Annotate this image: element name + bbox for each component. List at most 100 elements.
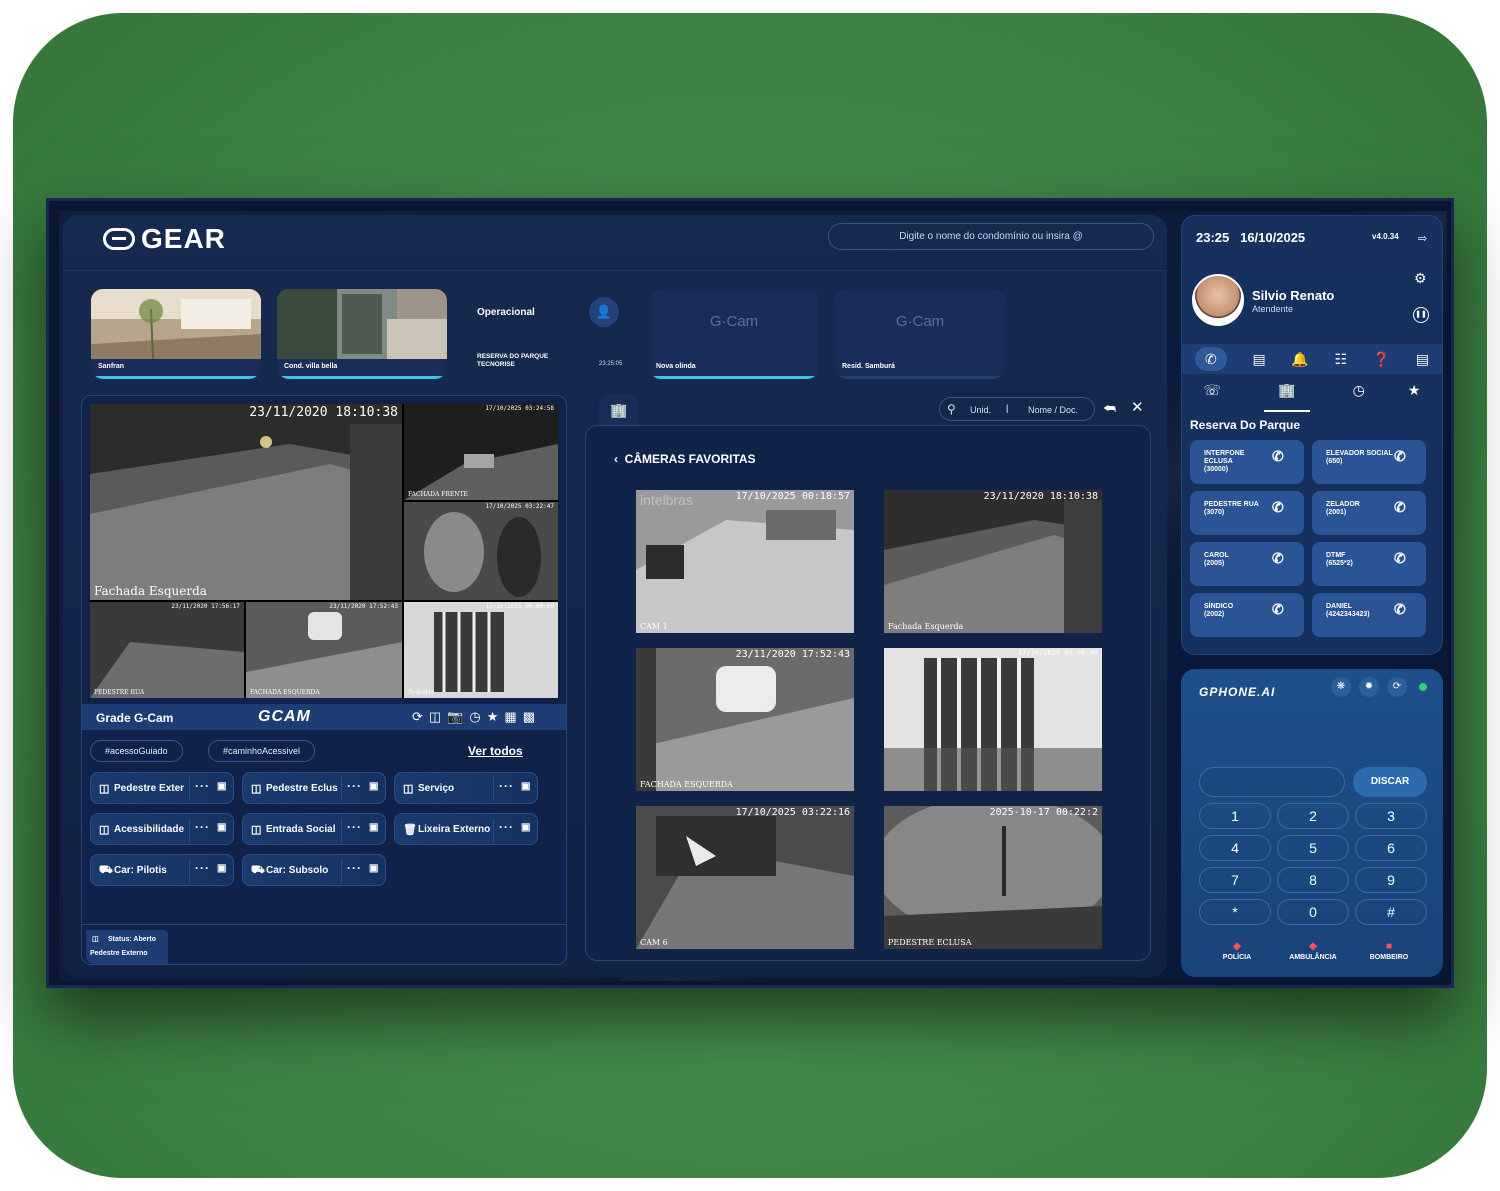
condo-search-input[interactable]: Digite o nome do condomínio ou insira @ <box>828 223 1154 250</box>
keypad-key[interactable]: 4 <box>1199 835 1271 861</box>
help-icon[interactable]: ❓ <box>1373 351 1390 368</box>
contact-card[interactable]: PEDESTRE RUA (3070) ✆ <box>1190 491 1304 535</box>
door-button[interactable]: 🗑 Lixeira Externo ··· ▣ <box>394 813 538 845</box>
phone-icon[interactable]: ✆ <box>1272 500 1284 514</box>
pause-icon[interactable]: ❚❚ <box>1413 307 1429 323</box>
phone-icon[interactable]: ✆ <box>1394 449 1406 463</box>
phone-call-icon[interactable]: ☏ <box>1204 382 1222 412</box>
door-button[interactable]: ◫ Pedestre Exter ··· ▣ <box>90 772 234 804</box>
door-button[interactable]: ◫ Entrada Social ··· ▣ <box>242 813 386 845</box>
camera-snapshot-icon[interactable]: 📷 <box>447 709 463 725</box>
site-card[interactable]: G·Cam Nova olinda <box>649 289 819 379</box>
calendar-icon[interactable]: ▤ <box>1416 351 1429 368</box>
star-icon[interactable]: ★ <box>487 709 499 725</box>
contact-card[interactable]: INTERFONE ECLUSA (30000) ✆ <box>1190 440 1304 484</box>
reply-icon[interactable]: ⮪ <box>1103 400 1116 417</box>
site-card[interactable]: Sanfran <box>91 289 261 379</box>
keypad-key[interactable]: 0 <box>1277 899 1349 925</box>
grid-layout-icon[interactable]: ▩ <box>523 709 535 725</box>
favorite-camera[interactable]: 23/11/2020 17:52:43 FACHADA ESQUERDA <box>636 648 854 791</box>
favorite-camera[interactable]: 17/10/2025 03:22:16 CAM 6 <box>636 806 854 949</box>
site-card[interactable]: Cond. villa bella <box>277 289 447 379</box>
chevron-left-icon[interactable]: ‹ <box>614 452 618 466</box>
favorite-camera[interactable]: 17/10/2025 00:18:57 intelbras CAM 1 <box>636 490 854 633</box>
police-button[interactable]: ◆ POLÍCIA <box>1207 941 1267 961</box>
keypad-key[interactable]: # <box>1355 899 1427 925</box>
more-icon[interactable]: ··· <box>499 779 514 793</box>
door-button[interactable]: ◫ Acessibilidade ··· ▣ <box>90 813 234 845</box>
tag-chip[interactable]: #acessoGuiado <box>90 740 183 762</box>
door-button[interactable]: ◫ Pedestre Eclus ··· ▣ <box>242 772 386 804</box>
keypad-key[interactable]: 7 <box>1199 867 1271 893</box>
ambulance-button[interactable]: ◆ AMBULÂNCIA <box>1283 941 1343 961</box>
refresh-icon[interactable]: ⟳ <box>1387 677 1407 697</box>
more-icon[interactable]: ··· <box>195 861 210 875</box>
contact-card[interactable]: DTMF (6525*2) ✆ <box>1312 542 1426 586</box>
door-button[interactable]: ⛟ Car: Pilotis ··· ▣ <box>90 854 234 886</box>
more-icon[interactable]: ··· <box>347 820 362 834</box>
door-button[interactable]: ⛟ Car: Subsolo ··· ▣ <box>242 854 386 886</box>
video-camera-icon[interactable]: ▣ <box>369 822 378 833</box>
video-camera-icon[interactable]: ▣ <box>521 822 530 833</box>
building-icon[interactable]: 🏢 <box>1264 382 1310 412</box>
alert-icon[interactable]: ✹ <box>1359 677 1379 697</box>
grid-off-icon[interactable]: ▦ <box>504 709 516 725</box>
phone-icon[interactable]: ✆ <box>1194 347 1227 371</box>
phone-icon[interactable]: ✆ <box>1394 602 1406 616</box>
notes-icon[interactable]: ▤ <box>1253 351 1266 368</box>
phone-icon[interactable]: ✆ <box>1272 551 1284 565</box>
logout-icon[interactable]: ⇨ <box>1418 232 1427 245</box>
camera-feed[interactable]: 23/11/2020 17:52:43 FACHADA ESQUERDA <box>246 602 402 698</box>
bell-icon[interactable]: 🔔 <box>1291 351 1308 368</box>
id-card-icon[interactable]: ☷ <box>1335 351 1348 368</box>
gear-icon[interactable]: ⚙ <box>1414 270 1427 287</box>
more-icon[interactable]: ··· <box>347 779 362 793</box>
more-icon[interactable]: ··· <box>499 820 514 834</box>
operational-card[interactable]: Operacional 👤 RESERVA DO PARQUE TECNORIS… <box>463 289 633 379</box>
camera-feed[interactable]: 23/11/2020 17:56:17 PEDESTRE RUA <box>90 602 244 698</box>
video-camera-icon[interactable]: ▣ <box>369 781 378 792</box>
keypad-key[interactable]: 9 <box>1355 867 1427 893</box>
video-camera-icon[interactable]: ▣ <box>217 822 226 833</box>
video-camera-icon[interactable]: ▣ <box>521 781 530 792</box>
history-icon[interactable]: ◷ <box>469 709 480 725</box>
phone-icon[interactable]: ✆ <box>1272 602 1284 616</box>
favorites-header[interactable]: ‹ CÂMERAS FAVORITAS <box>614 452 756 466</box>
video-camera-icon[interactable]: ▣ <box>217 781 226 792</box>
firefighter-button[interactable]: ■ BOMBEIRO <box>1359 941 1419 961</box>
more-icon[interactable]: ··· <box>195 820 210 834</box>
favorite-camera[interactable]: 2025-10-17 00:22:2 PEDESTRE ECLUSA <box>884 806 1102 949</box>
tag-chip[interactable]: #caminhoAcessivel <box>208 740 316 762</box>
camera-feed[interactable]: 17/10/2025 00:00:00 Pedestre <box>404 602 558 698</box>
more-icon[interactable]: ··· <box>347 861 362 875</box>
close-icon[interactable]: ✕ <box>1131 398 1144 416</box>
contact-card[interactable]: CAROL (2005) ✆ <box>1190 542 1304 586</box>
keypad-key[interactable]: 6 <box>1355 835 1427 861</box>
building-tab[interactable]: 🏢 <box>599 395 639 425</box>
clock-icon[interactable]: ◷ <box>1353 382 1365 412</box>
phone-icon[interactable]: ✆ <box>1394 500 1406 514</box>
keypad-key[interactable]: * <box>1199 899 1271 925</box>
keypad-key[interactable]: 5 <box>1277 835 1349 861</box>
contact-card[interactable]: ELEVADOR SOCIAL (650) ✆ <box>1312 440 1426 484</box>
camera-feed[interactable]: 23/11/2020 18:10:38 Fachada Esquerda <box>90 404 402 600</box>
dial-input[interactable] <box>1199 767 1345 797</box>
favorite-camera[interactable]: 23/11/2020 18:10:38 Fachada Esquerda <box>884 490 1102 633</box>
camera-feed[interactable]: 17/10/2025 03:22:47 <box>404 502 558 600</box>
site-card[interactable]: G·Cam Resid. Samburá <box>835 289 1005 379</box>
video-camera-icon[interactable]: ▣ <box>369 863 378 874</box>
phone-icon[interactable]: ✆ <box>1394 551 1406 565</box>
camera-feed[interactable]: 17/10/2025 03:24:58 FACHADA FRENTE <box>404 404 558 500</box>
keypad-key[interactable]: 3 <box>1355 803 1427 829</box>
unit-search-input[interactable]: ⚲ Unid. | Nome / Doc. <box>939 397 1095 421</box>
contact-card[interactable]: DANIEL (4242343423) ✆ <box>1312 593 1426 637</box>
favorite-camera[interactable]: 17/10/2025 00:00:00 <box>884 648 1102 791</box>
star-icon[interactable]: ★ <box>1408 382 1421 412</box>
ai-icon[interactable]: ❋ <box>1331 677 1351 697</box>
see-all-link[interactable]: Ver todos <box>468 744 523 758</box>
video-camera-icon[interactable]: ▣ <box>217 863 226 874</box>
dial-button[interactable]: DISCAR <box>1353 767 1427 797</box>
contact-card[interactable]: SÍNDICO (2002) ✆ <box>1190 593 1304 637</box>
keypad-key[interactable]: 8 <box>1277 867 1349 893</box>
more-icon[interactable]: ··· <box>195 779 210 793</box>
